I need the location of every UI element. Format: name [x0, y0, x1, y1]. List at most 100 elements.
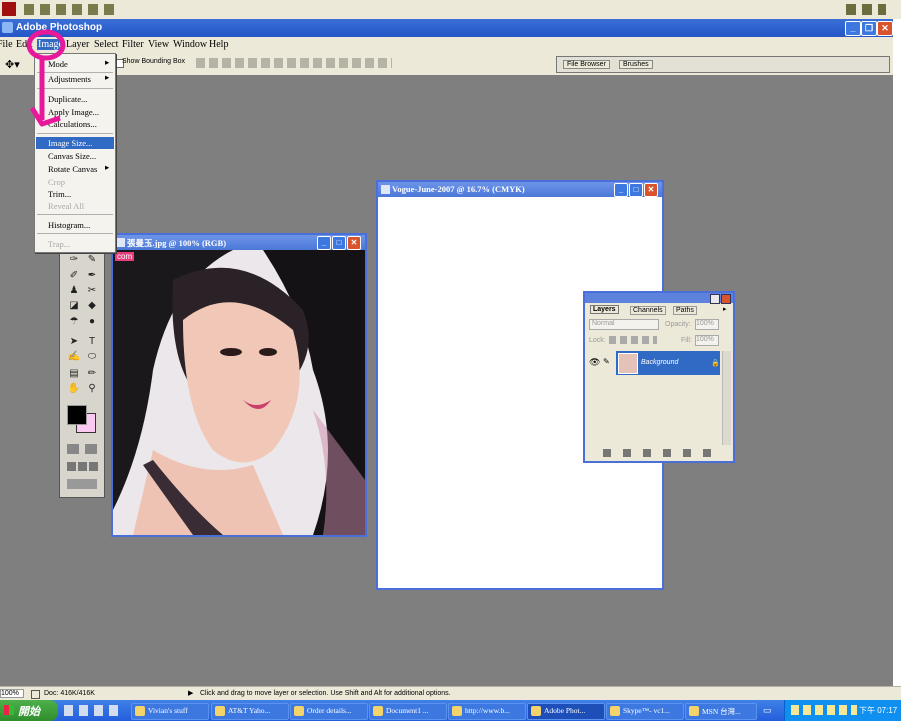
start-button[interactable]: 開始 [0, 700, 58, 721]
toolbox: ✑ ✎ ✐ ✒ ♟ ✂ ◪ ◆ ☂ ● ➤ T ✍ ⬭ ▤ ✏ ✋ ⚲ [59, 240, 105, 498]
shape-tool-icon[interactable]: ⬭ [84, 350, 100, 363]
opacity-field[interactable]: 100% [695, 319, 719, 330]
quick-launch-icons[interactable] [64, 705, 120, 716]
quick-mask-icons[interactable] [67, 444, 99, 454]
menu-item-canvas-size[interactable]: Canvas Size... [48, 151, 96, 161]
tab-paths[interactable]: Paths [673, 306, 697, 315]
task-http[interactable]: http://www.b... [448, 703, 526, 720]
notes-tool-icon[interactable]: ▤ [66, 367, 82, 380]
hand-tool-icon[interactable]: ✋ [66, 382, 82, 395]
move-tool-icon[interactable]: ✥▾ [5, 58, 20, 71]
palette-minimize-button[interactable] [710, 294, 720, 304]
tab-file-browser[interactable]: File Browser [563, 60, 610, 69]
foreground-color-swatch[interactable] [67, 405, 87, 425]
palette-menu-arrow-icon[interactable]: ▸ [723, 305, 727, 313]
menu-item-image-size[interactable]: Image Size... [48, 138, 92, 148]
photo-maximize-button[interactable]: □ [332, 236, 346, 250]
close-button[interactable]: ✕ [877, 21, 893, 36]
tab-brushes[interactable]: Brushes [619, 60, 653, 69]
dodge-tool-icon[interactable]: ● [84, 315, 100, 328]
menu-item-rotate-canvas[interactable]: Rotate Canvas [48, 164, 97, 174]
fill-field[interactable]: 100% [695, 335, 719, 346]
task-att-yahoo[interactable]: AT&T Yaho... [211, 703, 289, 720]
photo-minimize-button[interactable]: _ [317, 236, 331, 250]
photo-close-button[interactable]: ✕ [347, 236, 361, 250]
align-icons[interactable] [196, 58, 392, 68]
restore-button[interactable]: ❐ [861, 21, 877, 36]
minimize-button[interactable]: _ [845, 21, 861, 36]
menu-bar: File Edit Image Layer Select Filter View… [0, 37, 893, 53]
layer-row[interactable]: 👁 ✎ Background 🔒 [589, 351, 720, 375]
browser-toolbar [0, 0, 901, 20]
layers-scrollbar[interactable] [722, 351, 731, 445]
palette-close-button[interactable] [721, 294, 731, 304]
menu-window[interactable]: Window [173, 39, 207, 50]
menu-view[interactable]: View [148, 39, 169, 50]
task-skype[interactable]: Skype™- vc1... [606, 703, 684, 720]
vogue-maximize-button[interactable]: □ [629, 183, 643, 197]
desktop-strip [893, 19, 901, 704]
menu-item-trim[interactable]: Trim... [48, 189, 71, 199]
menu-item-trap[interactable]: Trap... [48, 239, 70, 249]
pencil-tool-icon[interactable]: ✎ [84, 253, 100, 266]
submenu-arrow-icon: ▸ [105, 162, 110, 172]
zoom-tool-icon[interactable]: ⚲ [84, 382, 100, 395]
submenu-arrow-icon: ▸ [105, 72, 110, 82]
lock-icons[interactable] [609, 336, 657, 344]
status-bar: 100% Doc: 416K/416K ▶ Click and drag to … [0, 686, 901, 701]
eyedropper-tool-icon[interactable]: ✑ [66, 253, 82, 266]
status-arrow-icon[interactable]: ▶ [188, 689, 193, 697]
pattern-tool-icon[interactable]: ✂ [84, 284, 100, 297]
zoom-field[interactable]: 100% [0, 689, 24, 698]
menu-select[interactable]: Select [94, 39, 118, 50]
portrait-illustration [113, 250, 365, 535]
menu-file[interactable]: File [0, 39, 13, 50]
path-select-tool-icon[interactable]: ➤ [66, 335, 82, 348]
vogue-minimize-button[interactable]: _ [614, 183, 628, 197]
task-adobe-photoshop[interactable]: Adobe Phot... [527, 703, 605, 720]
task-document1[interactable]: Document1 ... [369, 703, 447, 720]
menu-filter[interactable]: Filter [122, 39, 144, 50]
pen-tool-icon[interactable]: ✍ [66, 350, 82, 363]
photo-document-title: 張曼玉.jpg @ 100% (RGB) [127, 238, 227, 248]
eyedropper2-tool-icon[interactable]: ✏ [84, 367, 100, 380]
app-icon [2, 2, 16, 16]
submenu-arrow-icon: ▸ [105, 57, 110, 67]
brush-tool-icon[interactable]: ✐ [66, 269, 82, 282]
show-bounding-box-label: Show Bounding Box [122, 58, 186, 65]
taskbar: 開始 Vivian's stuff AT&T Yaho... Order det… [0, 700, 901, 721]
vogue-close-button[interactable]: ✕ [644, 183, 658, 197]
windows-logo-icon [4, 705, 14, 715]
menu-item-histogram[interactable]: Histogram... [48, 220, 90, 230]
jump-to-imageready-icon[interactable] [67, 479, 97, 489]
tab-channels[interactable]: Channels [630, 306, 666, 315]
task-msn[interactable]: MSN 台灣... [685, 703, 757, 720]
task-order-details[interactable]: Order details... [290, 703, 368, 720]
stamp-tool-icon[interactable]: ♟ [66, 284, 82, 297]
taskbar-overflow-icon[interactable]: ▭ [763, 705, 772, 716]
brush-link-icon: ✎ [603, 357, 610, 366]
layers-bottom-icons[interactable] [603, 449, 713, 457]
bucket-tool-icon[interactable]: ◆ [84, 299, 100, 312]
vogue-document-title: Vogue-June-2007 @ 16.7% (CMYK) [392, 184, 525, 194]
tray-icons[interactable] [791, 705, 857, 715]
eraser-tool-icon[interactable]: ◪ [66, 299, 82, 312]
layers-palette: Layers Channels Paths ▸ Normal Opacity: … [583, 291, 735, 463]
right-toolbar-icons[interactable] [846, 4, 886, 15]
doc-icon [31, 690, 40, 699]
menu-item-reveal-all[interactable]: Reveal All [48, 201, 84, 211]
toolbar-icons[interactable] [24, 4, 120, 15]
screen-mode-icons[interactable] [67, 462, 99, 471]
start-label: 開始 [18, 706, 40, 718]
eye-icon[interactable]: 👁 [589, 357, 600, 368]
blur-tool-icon[interactable]: ☂ [66, 315, 82, 328]
blend-mode-select[interactable]: Normal [589, 319, 659, 330]
menu-item-crop[interactable]: Crop [48, 177, 65, 187]
history-brush-icon[interactable]: ✒ [84, 269, 100, 282]
type-tool-icon[interactable]: T [84, 335, 100, 348]
menu-help[interactable]: Help [209, 39, 228, 50]
doc-size: Doc: 416K/416K [44, 690, 95, 697]
task-vivians-stuff[interactable]: Vivian's stuff [131, 703, 209, 720]
portrait-image [113, 250, 365, 535]
tab-layers[interactable]: Layers [590, 305, 619, 314]
